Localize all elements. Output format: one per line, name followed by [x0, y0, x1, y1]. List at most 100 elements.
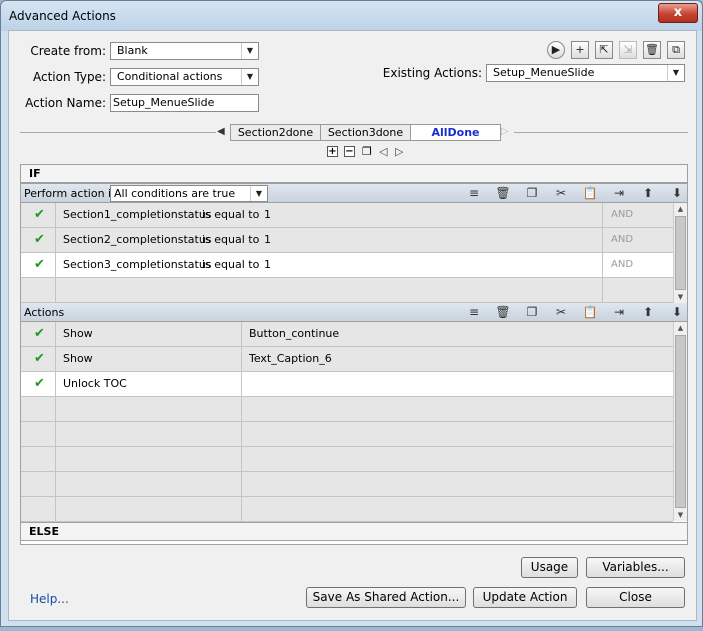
export-action-button[interactable]: ⇲ — [619, 41, 637, 59]
action-target[interactable]: Button_continue — [249, 322, 339, 346]
scroll-down-icon[interactable]: ▼ — [674, 291, 687, 303]
save-shared-action-button[interactable]: Save As Shared Action... — [306, 587, 466, 608]
perform-action-value: All conditions are true — [114, 187, 236, 200]
action-name[interactable]: Unlock TOC — [63, 372, 127, 396]
tab-section2done[interactable]: Section2done — [230, 124, 321, 141]
copy-icon[interactable]: ❐ — [524, 186, 540, 200]
window-close-button[interactable]: x — [658, 3, 698, 23]
insert-condition-icon[interactable]: ≡ — [466, 186, 482, 200]
actions-toolbar: Actions ≡ 🗑 ❐ ✂ 📋 ⇥ ⬆ ⬇ — [21, 303, 687, 322]
condition-scrollbar[interactable]: ▲ ▼ — [673, 203, 687, 303]
create-from-value: Blank — [117, 44, 148, 57]
column-divider — [55, 253, 56, 277]
copy-decision-icon[interactable]: ❐ — [362, 145, 372, 158]
column-divider — [241, 322, 242, 346]
condition-value[interactable]: 1 — [264, 203, 271, 227]
insert-after-icon[interactable]: ⇥ — [611, 186, 627, 200]
trash-icon[interactable]: 🗑 — [495, 186, 511, 200]
title-bar: Advanced Actions x — [1, 1, 702, 31]
else-section-header[interactable]: ELSE — [20, 522, 688, 541]
move-down-icon[interactable]: ⬇ — [669, 305, 685, 319]
variables-button[interactable]: Variables... — [586, 557, 685, 578]
condition-variable[interactable]: Section1_completionstatus — [63, 203, 212, 227]
paste-icon[interactable]: 📋 — [582, 305, 598, 319]
close-button[interactable]: Close — [586, 587, 685, 608]
condition-variable[interactable]: Section3_completionstatus — [63, 253, 212, 277]
action-name[interactable]: Show — [63, 347, 93, 371]
insert-after-icon[interactable]: ⇥ — [611, 305, 627, 319]
existing-actions-select[interactable]: Setup_MenueSlide ▼ — [486, 64, 685, 82]
move-up-icon[interactable]: ⬆ — [640, 186, 656, 200]
action-name-label: Action Name: — [25, 96, 106, 110]
help-link[interactable]: Help... — [30, 592, 69, 606]
action-name-field[interactable]: Setup_MenueSlide — [110, 94, 259, 112]
condition-row-empty[interactable] — [21, 278, 673, 303]
scroll-up-icon[interactable]: ▲ — [674, 322, 687, 334]
preview-play-button[interactable]: ▶ — [547, 41, 565, 59]
import-action-button[interactable]: ⇱ — [595, 41, 613, 59]
action-type-label: Action Type: — [32, 70, 106, 84]
chevron-down-icon: ▼ — [250, 186, 267, 201]
condition-row[interactable]: ✔ Section2_completionstatus is equal to … — [21, 228, 673, 253]
dialog-client-area: Create from: Blank ▼ Action Type: Condit… — [8, 30, 697, 621]
insert-action-icon[interactable]: ≡ — [466, 305, 482, 319]
move-up-icon[interactable]: ⬆ — [640, 305, 656, 319]
check-icon: ✔ — [34, 232, 45, 247]
tab-scroll-right-icon[interactable]: ▷ — [501, 126, 509, 137]
copy-icon[interactable]: ❐ — [524, 305, 540, 319]
action-name[interactable]: Show — [63, 322, 93, 346]
condition-operator[interactable]: is equal to — [202, 203, 259, 227]
paste-icon[interactable]: 📋 — [582, 186, 598, 200]
condition-operator[interactable]: is equal to — [202, 253, 259, 277]
scroll-down-icon[interactable]: ▼ — [674, 509, 687, 521]
condition-row[interactable]: ✔ Section3_completionstatus is equal to … — [21, 253, 673, 278]
action-row-empty[interactable] — [21, 422, 673, 447]
column-divider — [55, 372, 56, 396]
action-type-select[interactable]: Conditional actions ▼ — [110, 68, 259, 86]
perform-action-select[interactable]: All conditions are true ▼ — [110, 185, 268, 202]
existing-actions-value: Setup_MenueSlide — [493, 66, 595, 79]
action-row-empty[interactable] — [21, 397, 673, 422]
column-divider — [55, 447, 56, 471]
action-row-empty[interactable] — [21, 447, 673, 472]
duplicate-action-button[interactable]: ⧉ — [667, 41, 685, 59]
column-divider — [602, 253, 603, 277]
tab-scroll-left-icon[interactable]: ◀ — [217, 126, 225, 137]
column-divider — [241, 372, 242, 396]
new-action-button[interactable]: + — [571, 41, 589, 59]
remove-decision-button[interactable]: − — [344, 146, 355, 157]
condition-logic[interactable]: AND — [611, 253, 633, 277]
action-row[interactable]: ✔ Show Text_Caption_6 — [21, 347, 673, 372]
trash-icon[interactable]: 🗑 — [495, 305, 511, 319]
usage-button[interactable]: Usage — [521, 557, 578, 578]
delete-action-button[interactable]: 🗑 — [643, 41, 661, 59]
column-divider — [55, 422, 56, 446]
action-row-empty[interactable] — [21, 472, 673, 497]
cut-icon[interactable]: ✂ — [553, 305, 569, 319]
condition-row[interactable]: ✔ Section1_completionstatus is equal to … — [21, 203, 673, 228]
action-row-empty[interactable] — [21, 497, 673, 522]
action-target[interactable]: Text_Caption_6 — [249, 347, 332, 371]
action-row[interactable]: ✔ Show Button_continue — [21, 322, 673, 347]
action-row[interactable]: ✔ Unlock TOC — [21, 372, 673, 397]
cut-icon[interactable]: ✂ — [553, 186, 569, 200]
tab-alldone[interactable]: AllDone — [410, 124, 501, 141]
scroll-thumb[interactable] — [675, 335, 686, 508]
condition-operator[interactable]: is equal to — [202, 228, 259, 252]
update-action-button[interactable]: Update Action — [473, 587, 577, 608]
condition-value[interactable]: 1 — [264, 228, 271, 252]
condition-toolbar: Perform action if: All conditions are tr… — [21, 184, 687, 203]
next-decision-icon[interactable]: ▷ — [395, 145, 403, 158]
condition-value[interactable]: 1 — [264, 253, 271, 277]
condition-variable[interactable]: Section2_completionstatus — [63, 228, 212, 252]
move-down-icon[interactable]: ⬇ — [669, 186, 685, 200]
tab-section3done[interactable]: Section3done — [320, 124, 411, 141]
prev-decision-icon[interactable]: ◁ — [379, 145, 387, 158]
add-decision-button[interactable]: + — [327, 146, 338, 157]
condition-logic[interactable]: AND — [611, 228, 633, 252]
actions-scrollbar[interactable]: ▲ ▼ — [673, 322, 687, 521]
scroll-up-icon[interactable]: ▲ — [674, 203, 687, 215]
condition-logic[interactable]: AND — [611, 203, 633, 227]
create-from-select[interactable]: Blank ▼ — [110, 42, 259, 60]
scroll-thumb[interactable] — [675, 216, 686, 290]
